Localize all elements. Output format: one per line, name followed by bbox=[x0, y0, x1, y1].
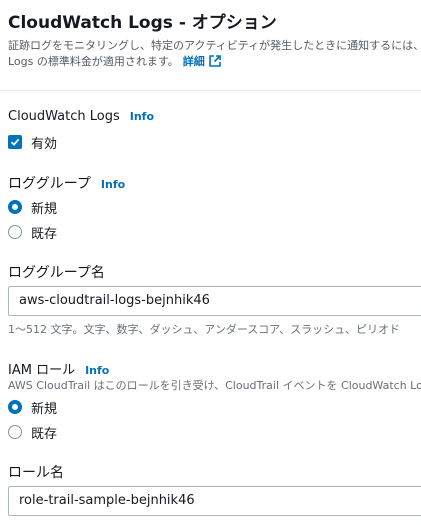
section-header: CloudWatch Logs - オプション 証跡ログをモニタリングし、特定の… bbox=[0, 0, 421, 91]
log-group-existing-radio[interactable] bbox=[8, 225, 22, 239]
section-description-line2: Logs の標準料金が適用されます。 bbox=[8, 55, 179, 68]
section-title: CloudWatch Logs - オプション bbox=[8, 13, 277, 33]
iam-role-new-label: 新規 bbox=[31, 402, 58, 417]
log-group-existing-label: 既存 bbox=[31, 227, 58, 242]
iam-role-info-link[interactable]: Info bbox=[85, 364, 109, 377]
log-group-new-label: 新規 bbox=[31, 202, 58, 217]
log-group-info-link[interactable]: Info bbox=[101, 178, 125, 191]
iam-role-label: IAM ロール bbox=[8, 363, 76, 378]
log-group-field-label: ロググループ Info bbox=[8, 173, 125, 193]
section-description: 証跡ログをモニタリングし、特定のアクティビティが発生したときに通知するには、Cl… bbox=[8, 39, 421, 52]
external-link-icon bbox=[208, 55, 221, 67]
iam-role-description: AWS CloudTrail はこのロールを引き受け、CloudTrail イベ… bbox=[8, 379, 421, 392]
log-group-name-input[interactable]: aws-cloudtrail-logs-bejnhik46 bbox=[8, 286, 421, 316]
iam-role-existing-radio[interactable] bbox=[8, 425, 22, 439]
details-link-label: 詳細 bbox=[182, 55, 205, 68]
role-name-input[interactable]: role-trail-sample-bejnhik46 bbox=[8, 486, 421, 516]
iam-role-field-label: IAM ロール Info bbox=[8, 359, 109, 378]
section-description-continued: Logs の標準料金が適用されます。 詳細 bbox=[8, 53, 221, 69]
checkmark-icon bbox=[10, 138, 20, 146]
role-name-label: ロール名 bbox=[8, 465, 64, 481]
log-group-name-label: ロググループ名 bbox=[8, 265, 105, 281]
details-link[interactable]: 詳細 bbox=[183, 55, 221, 68]
cloudwatch-logs-enabled-checkbox[interactable] bbox=[8, 135, 22, 149]
log-group-new-radio[interactable] bbox=[8, 200, 22, 214]
log-group-label: ロググループ bbox=[8, 176, 91, 192]
cloudwatch-logs-options-panel: CloudWatch Logs - オプション 証跡ログをモニタリングし、特定の… bbox=[0, 0, 421, 525]
cloudwatch-logs-enabled-label: 有効 bbox=[31, 137, 58, 152]
cloudwatch-logs-label: CloudWatch Logs bbox=[8, 109, 120, 124]
iam-role-new-radio[interactable] bbox=[8, 400, 22, 414]
log-group-name-hint: 1～512 文字。文字、数字、ダッシュ、アンダースコア、スラッシュ、ピリオド bbox=[8, 323, 400, 336]
cloudwatch-logs-info-link[interactable]: Info bbox=[130, 110, 154, 123]
cloudwatch-logs-field-label: CloudWatch Logs Info bbox=[8, 109, 154, 124]
iam-role-existing-label: 既存 bbox=[31, 427, 58, 442]
